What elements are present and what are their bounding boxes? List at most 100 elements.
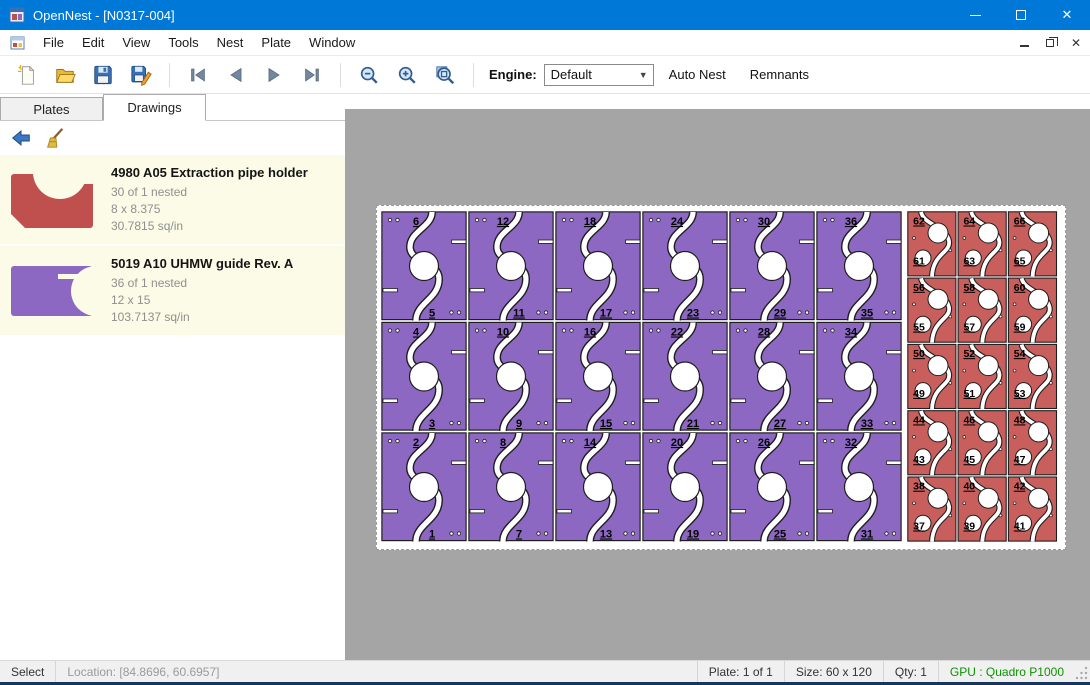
zoom-in-button[interactable] bbox=[391, 60, 423, 90]
menu-file[interactable]: File bbox=[34, 31, 73, 54]
previous-plate-button[interactable] bbox=[220, 60, 252, 90]
part-number: 49 bbox=[913, 388, 925, 400]
nested-part-pair-purple[interactable]: 21 bbox=[382, 433, 466, 542]
nested-part-pair-purple[interactable]: 65 bbox=[382, 212, 466, 321]
sidebar: Plates Drawings bbox=[0, 94, 345, 660]
menu-tools[interactable]: Tools bbox=[159, 31, 207, 54]
part-number: 41 bbox=[1014, 521, 1026, 533]
nested-part-pair-purple[interactable]: 2625 bbox=[730, 433, 814, 542]
part-list-item[interactable]: 4980 A05 Extraction pipe holder 30 of 1 … bbox=[0, 155, 345, 244]
nested-part-pair-purple[interactable]: 1413 bbox=[556, 433, 640, 542]
new-file-button[interactable] bbox=[11, 60, 43, 90]
last-plate-button[interactable] bbox=[296, 60, 328, 90]
close-button[interactable]: ✕ bbox=[1044, 0, 1090, 30]
mdi-restore-button[interactable] bbox=[1038, 33, 1062, 53]
part-list-item[interactable]: 5019 A10 UHMW guide Rev. A 36 of 1 neste… bbox=[0, 246, 345, 335]
menu-edit[interactable]: Edit bbox=[73, 31, 113, 54]
new-file-icon bbox=[16, 64, 38, 86]
nested-part-pair-red[interactable]: 4039 bbox=[958, 477, 1006, 542]
tab-drawings[interactable]: Drawings bbox=[103, 94, 206, 121]
menu-window[interactable]: Window bbox=[300, 31, 364, 54]
nested-part-pair-red[interactable]: 5453 bbox=[1008, 344, 1056, 409]
next-plate-button[interactable] bbox=[258, 60, 290, 90]
nested-part-pair-purple[interactable]: 109 bbox=[469, 322, 553, 431]
chevron-down-icon: ▼ bbox=[639, 70, 653, 80]
part-thumbnail bbox=[6, 255, 102, 326]
nested-part-pair-red[interactable]: 3837 bbox=[908, 477, 956, 542]
save-button[interactable] bbox=[87, 60, 119, 90]
tab-plates[interactable]: Plates bbox=[0, 97, 103, 120]
menu-plate[interactable]: Plate bbox=[252, 31, 300, 54]
nested-part-pair-red[interactable]: 4241 bbox=[1008, 477, 1056, 542]
remnants-button[interactable]: Remnants bbox=[741, 61, 818, 88]
nested-part-pair-red[interactable]: 5857 bbox=[958, 278, 1006, 343]
nested-part-pair-red[interactable]: 5655 bbox=[908, 278, 956, 343]
nested-part-pair-red[interactable]: 4645 bbox=[958, 411, 1006, 476]
zoom-fit-icon bbox=[434, 64, 456, 86]
mdi-minimize-button[interactable] bbox=[1012, 33, 1036, 53]
minimize-button[interactable] bbox=[952, 0, 998, 30]
part-number: 51 bbox=[963, 388, 975, 400]
mdi-close-icon: ✕ bbox=[1071, 36, 1081, 50]
parts-list: 4980 A05 Extraction pipe holder 30 of 1 … bbox=[0, 155, 345, 660]
next-arrow-icon bbox=[263, 64, 285, 86]
part-thumbnail bbox=[6, 164, 102, 235]
nested-part-pair-purple[interactable]: 2019 bbox=[643, 433, 727, 542]
save-as-button[interactable] bbox=[125, 60, 157, 90]
nested-part-pair-red[interactable]: 4847 bbox=[1008, 411, 1056, 476]
maximize-button[interactable] bbox=[998, 0, 1044, 30]
nested-part-pair-purple[interactable]: 3635 bbox=[817, 212, 901, 321]
first-plate-button[interactable] bbox=[182, 60, 214, 90]
part-info: 4980 A05 Extraction pipe holder 30 of 1 … bbox=[102, 164, 308, 235]
part-number: 3 bbox=[429, 418, 435, 430]
last-arrow-icon bbox=[301, 64, 323, 86]
nested-part-pair-purple[interactable]: 43 bbox=[382, 322, 466, 431]
auto-nest-button[interactable]: Auto Nest bbox=[660, 61, 735, 88]
nested-part-pair-red[interactable]: 5251 bbox=[958, 344, 1006, 409]
nested-part-pair-red[interactable]: 6059 bbox=[1008, 278, 1056, 343]
part-number: 28 bbox=[758, 327, 770, 339]
zoom-fit-button[interactable] bbox=[429, 60, 461, 90]
nested-part-pair-purple[interactable]: 2827 bbox=[730, 322, 814, 431]
nested-part-pair-purple[interactable]: 87 bbox=[469, 433, 553, 542]
status-mode: Select bbox=[0, 665, 55, 679]
plate[interactable]: 6512111817242330293635431091615222128273… bbox=[376, 205, 1066, 550]
part-number: 6 bbox=[413, 216, 419, 228]
zoom-out-button[interactable] bbox=[353, 60, 385, 90]
minimize-icon bbox=[970, 15, 981, 16]
menu-view[interactable]: View bbox=[113, 31, 159, 54]
open-file-button[interactable] bbox=[49, 60, 81, 90]
menu-nest[interactable]: Nest bbox=[208, 31, 253, 54]
nested-part-pair-purple[interactable]: 3231 bbox=[817, 433, 901, 542]
status-qty: Qty: 1 bbox=[884, 665, 938, 679]
nested-part-pair-purple[interactable]: 1615 bbox=[556, 322, 640, 431]
nested-part-pair-red[interactable]: 6261 bbox=[908, 212, 956, 276]
nest-canvas[interactable]: 6512111817242330293635431091615222128273… bbox=[345, 94, 1090, 660]
nested-part-pair-purple[interactable]: 1817 bbox=[556, 212, 640, 321]
nested-part-pair-red[interactable]: 5049 bbox=[908, 344, 956, 409]
return-part-button[interactable] bbox=[6, 124, 36, 152]
status-plate: Plate: 1 of 1 bbox=[698, 665, 784, 679]
nested-part-pair-red[interactable]: 6463 bbox=[958, 212, 1006, 276]
engine-select[interactable]: Default ▼ bbox=[544, 64, 654, 86]
menubar: File Edit View Tools Nest Plate Window ✕ bbox=[0, 30, 1090, 56]
nested-part-pair-purple[interactable]: 3433 bbox=[817, 322, 901, 431]
clear-parts-button[interactable] bbox=[40, 124, 70, 152]
nested-part-pair-purple[interactable]: 3029 bbox=[730, 212, 814, 321]
part-number: 13 bbox=[600, 529, 612, 541]
nested-part-pair-red[interactable]: 4443 bbox=[908, 411, 956, 476]
nested-part-pair-purple[interactable]: 2423 bbox=[643, 212, 727, 321]
nested-part-pair-purple[interactable]: 1211 bbox=[469, 212, 553, 321]
nested-part-pair-purple[interactable]: 2221 bbox=[643, 322, 727, 431]
resize-grip[interactable] bbox=[1075, 663, 1089, 681]
part-number: 37 bbox=[913, 521, 925, 533]
purple-part-shape-icon bbox=[8, 260, 100, 322]
part-nested-count: 36 of 1 nested bbox=[111, 275, 293, 292]
part-number: 9 bbox=[516, 418, 522, 430]
zoom-out-icon bbox=[358, 64, 380, 86]
mdi-close-button[interactable]: ✕ bbox=[1064, 33, 1088, 53]
part-number: 22 bbox=[671, 327, 683, 339]
nested-part-pair-red[interactable]: 6665 bbox=[1008, 212, 1056, 276]
close-icon: ✕ bbox=[1062, 7, 1073, 23]
statusbar: Select Location: [84.8696, 60.6957] Plat… bbox=[0, 660, 1090, 682]
